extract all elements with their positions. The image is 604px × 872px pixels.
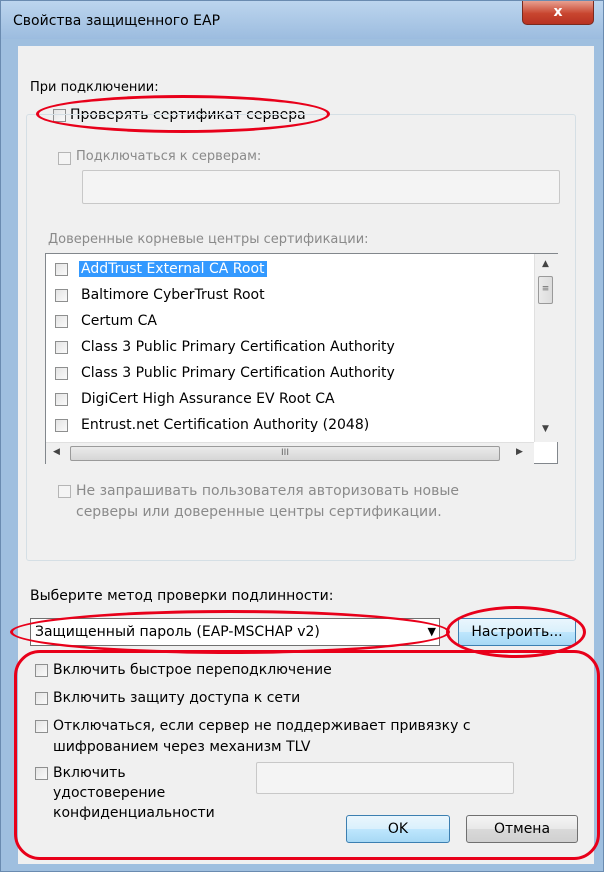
ca-item-label: Entrust.net Certification Authority (204… (81, 417, 370, 433)
auth-method-select[interactable]: Защищенный пароль (EAP-MSCHAP v2) ▼ (30, 618, 440, 646)
ca-list-item[interactable]: AddTrust External CA Root (46, 257, 534, 283)
nap-label: Включить защиту доступа к сети (53, 690, 301, 706)
ca-checkbox[interactable] (55, 367, 68, 380)
ca-checkbox[interactable] (55, 341, 68, 354)
ca-list-item[interactable]: Baltimore CyberTrust Root (46, 283, 534, 309)
configure-button[interactable]: Настроить... (458, 618, 576, 646)
identity-privacy-label-line2: удостоверение (53, 785, 166, 801)
no-prompt-checkbox[interactable] (58, 485, 71, 498)
ok-button[interactable]: OK (346, 815, 450, 843)
dropdown-arrow-icon[interactable]: ▼ (428, 625, 436, 638)
ca-item-label: Class 3 Public Primary Certification Aut… (81, 339, 395, 355)
tlv-label-line2: шифрованием через механизм TLV (53, 739, 311, 755)
trusted-ca-label: Доверенные корневые центры сертификации: (48, 232, 369, 247)
identity-privacy-label-line1: Включить (53, 765, 126, 781)
vertical-scroll-thumb[interactable]: ≡ (538, 276, 553, 304)
close-icon: x (553, 4, 563, 20)
scroll-right-icon[interactable]: ▶ (516, 447, 523, 457)
ca-item-label: Certum CA (81, 313, 157, 329)
servers-input[interactable] (82, 170, 560, 204)
ca-list-item[interactable]: Class 3 Public Primary Certification Aut… (46, 335, 534, 361)
ca-item-label: AddTrust External CA Root (79, 261, 267, 277)
auth-method-value: Защищенный пароль (EAP-MSCHAP v2) (35, 624, 320, 640)
vertical-scrollbar[interactable]: ▲ ≡ ▼ (534, 254, 558, 442)
title-bar[interactable]: Свойства защищенного EAP x (1, 1, 603, 39)
ca-checkbox[interactable] (55, 393, 68, 406)
ca-list-item[interactable]: Certum CA (46, 309, 534, 335)
trusted-ca-list[interactable]: AddTrust External CA Root Baltimore Cybe… (45, 253, 558, 464)
identity-privacy-checkbox[interactable] (35, 767, 48, 780)
scroll-up-icon[interactable]: ▲ (542, 259, 549, 269)
ca-list-item[interactable]: DigiCert High Assurance EV Root CA (46, 387, 534, 413)
identity-privacy-label-line3: конфиденциальности (53, 805, 215, 821)
ca-checkbox[interactable] (55, 289, 68, 302)
ca-list-item[interactable]: Entrust.net Certification Authority (204… (46, 413, 534, 439)
no-prompt-label-line2: серверы или доверенные центры сертификац… (76, 504, 442, 520)
ca-list-item[interactable]: Class 3 Public Primary Certification Aut… (46, 361, 534, 387)
scroll-left-icon[interactable]: ◀ (53, 447, 60, 457)
window-title: Свойства защищенного EAP (13, 13, 221, 29)
tlv-checkbox[interactable] (35, 720, 48, 733)
scroll-down-icon[interactable]: ▼ (542, 424, 549, 434)
connect-servers-label: Подключаться к серверам: (76, 149, 262, 164)
ca-checkbox[interactable] (55, 315, 68, 328)
cancel-button[interactable]: Отмена (466, 815, 578, 843)
horizontal-scroll-thumb[interactable]: III (70, 446, 500, 461)
no-prompt-label-line1: Не запрашивать пользователя авторизовать… (76, 483, 460, 499)
auth-method-heading: Выберите метод проверки подлинности: (30, 588, 334, 604)
horizontal-scrollbar[interactable]: ◀ III ▶ (46, 442, 534, 464)
ca-item-label: Class 3 Public Primary Certification Aut… (81, 365, 395, 381)
fast-reconnect-label: Включить быстрое переподключение (53, 662, 332, 678)
fast-reconnect-checkbox[interactable] (35, 664, 48, 677)
connection-heading: При подключении: (30, 80, 159, 95)
close-button[interactable]: x (522, 1, 594, 25)
ca-item-label: Baltimore CyberTrust Root (81, 287, 265, 303)
connect-servers-checkbox[interactable] (58, 152, 71, 165)
nap-checkbox[interactable] (35, 692, 48, 705)
identity-input[interactable] (256, 762, 514, 794)
tlv-label-line1: Отключаться, если сервер не поддерживает… (53, 718, 471, 734)
ca-checkbox[interactable] (55, 263, 68, 276)
ca-checkbox[interactable] (55, 419, 68, 432)
ca-item-label: DigiCert High Assurance EV Root CA (81, 391, 335, 407)
